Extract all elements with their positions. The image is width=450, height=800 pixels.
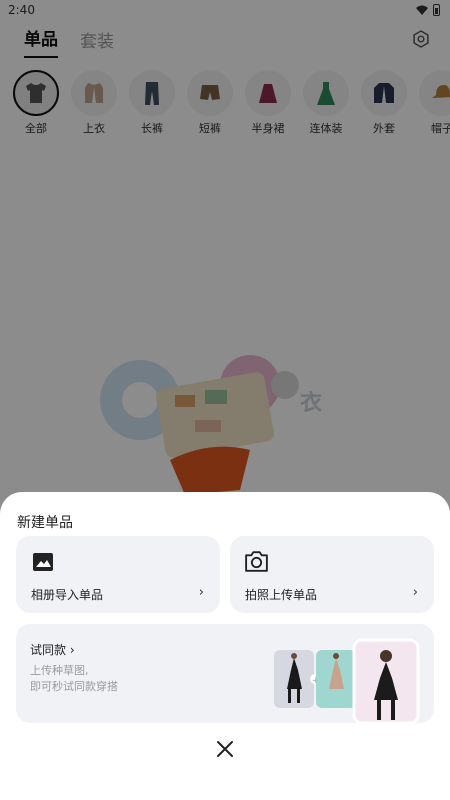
image-icon xyxy=(33,553,53,571)
close-icon[interactable] xyxy=(214,738,236,760)
camera-upload-label: 拍照上传单品 xyxy=(245,588,318,602)
chevron-right-icon: › xyxy=(198,585,204,600)
new-item-sheet: 新建单品 相册导入单品 › 拍照上传单品 › 试同款 › 上传种草图, 即可秒试… xyxy=(0,492,450,800)
album-import-card[interactable]: 相册导入单品 › xyxy=(16,536,220,613)
try-same-style-card[interactable]: 试同款 › 上传种草图, 即可秒试同款穿搭 + xyxy=(16,624,434,723)
try-same-style-desc: 上传种草图, xyxy=(30,664,89,677)
album-import-label: 相册导入单品 xyxy=(31,588,104,602)
try-on-preview-photos: + xyxy=(274,638,420,723)
sheet-title: 新建单品 xyxy=(17,515,73,531)
chevron-right-icon: › xyxy=(412,585,418,600)
try-same-style-desc: 即可秒试同款穿搭 xyxy=(30,680,118,693)
camera-icon xyxy=(245,551,268,572)
try-same-style-title: 试同款 › xyxy=(30,643,75,657)
camera-upload-card[interactable]: 拍照上传单品 › xyxy=(230,536,434,613)
